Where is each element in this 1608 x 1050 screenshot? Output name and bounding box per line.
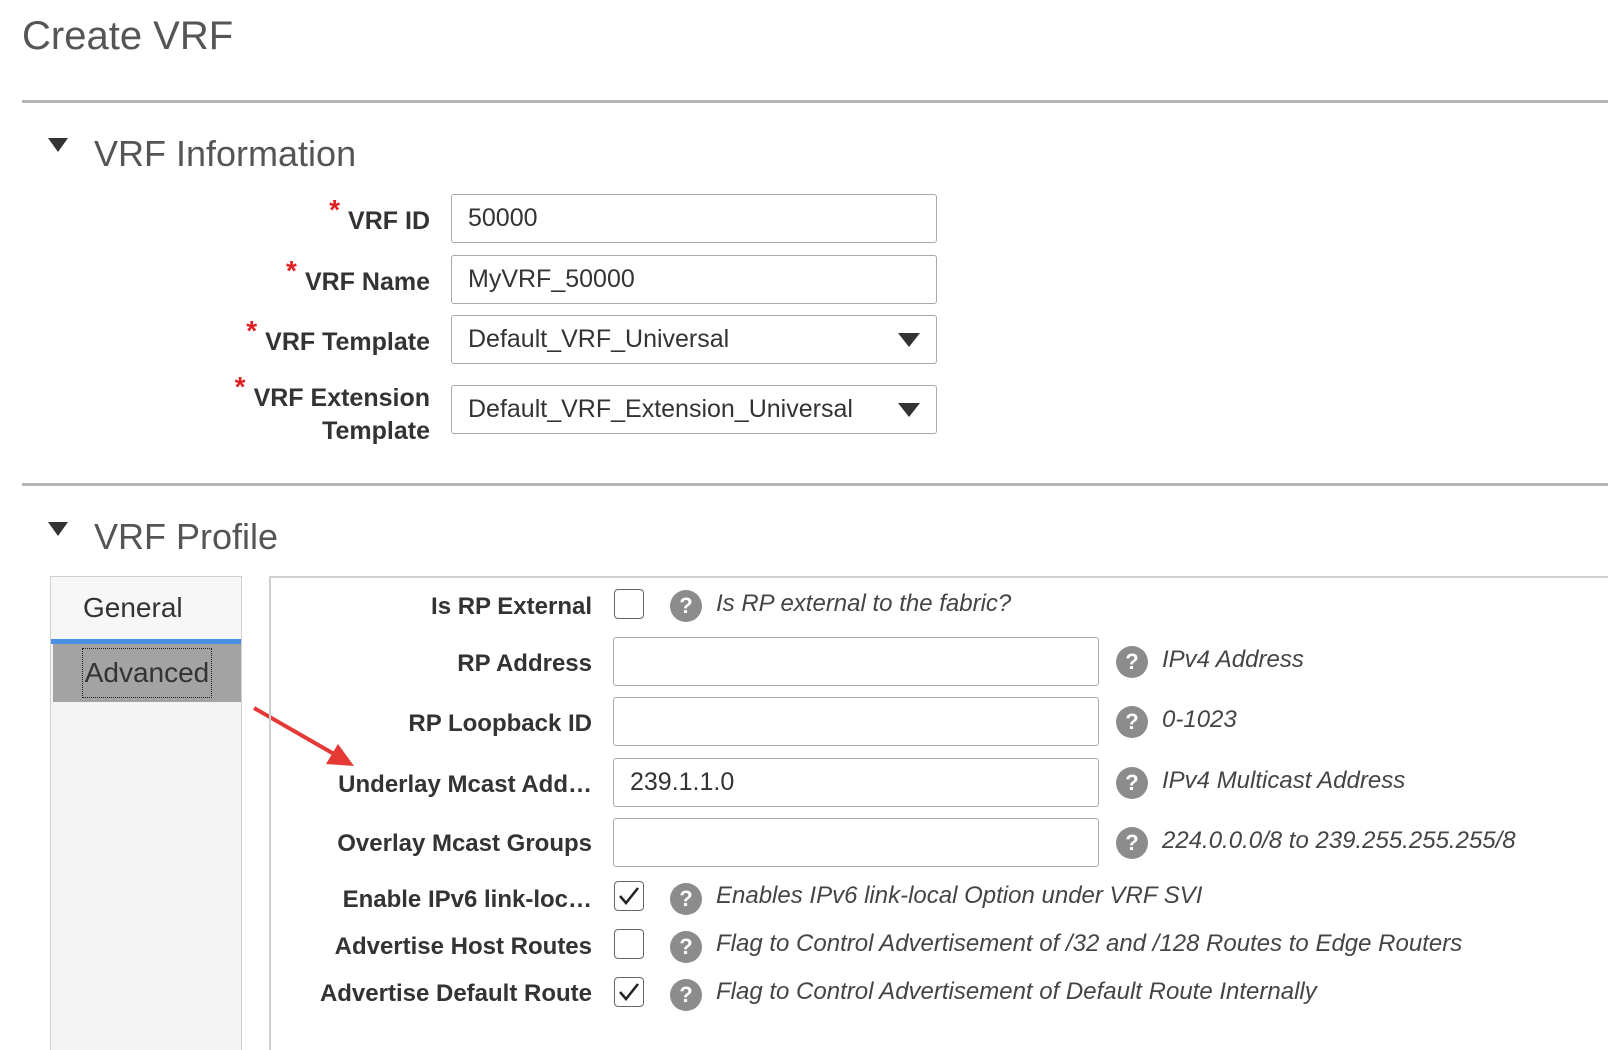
underlay-mcast-address-label: Underlay Mcast Add… — [338, 771, 592, 798]
help-icon[interactable]: ? — [1116, 706, 1148, 738]
section-title-vrf-information: VRF Information — [94, 133, 357, 174]
rp-address-input[interactable] — [613, 637, 1099, 686]
rp-loopback-id-label: RP Loopback ID — [408, 710, 592, 737]
is-rp-external-hint: Is RP external to the fabric? — [716, 590, 1012, 617]
caret-down-icon — [48, 138, 68, 152]
divider — [22, 100, 1608, 103]
is-rp-external-checkbox[interactable] — [614, 589, 644, 619]
underlay-mcast-address-hint: IPv4 Multicast Address — [1162, 767, 1406, 794]
tab-general[interactable]: General — [51, 577, 241, 639]
underlay-mcast-address-input[interactable]: 239.1.1.0 — [613, 758, 1099, 807]
required-asterisk: * — [286, 255, 297, 286]
checkmark-icon — [619, 983, 639, 1001]
overlay-mcast-groups-label: Overlay Mcast Groups — [337, 830, 592, 857]
collapse-toggle-vrf-information[interactable] — [48, 138, 70, 159]
help-icon[interactable]: ? — [670, 590, 702, 622]
rp-address-label: RP Address — [457, 650, 592, 677]
advertise-default-route-hint: Flag to Control Advertisement of Default… — [716, 978, 1317, 1005]
required-asterisk: * — [329, 194, 341, 225]
collapse-toggle-vrf-profile[interactable] — [48, 522, 70, 543]
vrf-template-value: Default_VRF_Universal — [468, 325, 730, 353]
enable-ipv6-link-local-hint: Enables IPv6 link-local Option under VRF… — [716, 882, 1203, 909]
dropdown-arrow-icon — [898, 332, 920, 347]
is-rp-external-label: Is RP External — [431, 593, 592, 620]
help-icon[interactable]: ? — [1116, 767, 1148, 799]
overlay-mcast-groups-hint: 224.0.0.0/8 to 239.255.255.255/8 — [1162, 827, 1516, 854]
vrf-template-label: * VRF Template — [246, 315, 430, 356]
vrf-extension-template-value: Default_VRF_Extension_Universal — [468, 395, 853, 423]
section-title-vrf-profile: VRF Profile — [94, 516, 279, 557]
enable-ipv6-link-local-checkbox[interactable] — [614, 881, 644, 911]
help-icon[interactable]: ? — [1116, 827, 1148, 859]
enable-ipv6-link-local-label: Enable IPv6 link-loc… — [342, 886, 592, 913]
vrf-extension-template-label: * VRF Extension Template — [234, 371, 430, 445]
required-asterisk: * — [234, 371, 246, 402]
vrf-name-input[interactable]: MyVRF_50000 — [451, 255, 937, 304]
advertise-host-routes-checkbox[interactable] — [614, 929, 644, 959]
vrf-id-input[interactable]: 50000 — [451, 194, 937, 243]
vrf-name-label: * VRF Name — [286, 255, 430, 296]
overlay-mcast-groups-input[interactable] — [613, 818, 1099, 867]
vrf-extension-template-select[interactable]: Default_VRF_Extension_Universal — [451, 385, 937, 434]
page-title: Create VRF — [22, 14, 234, 58]
rp-loopback-id-hint: 0-1023 — [1162, 706, 1237, 733]
help-icon[interactable]: ? — [670, 931, 702, 963]
checkmark-icon — [619, 887, 639, 905]
help-icon[interactable]: ? — [1116, 646, 1148, 678]
profile-tabs: General Advanced — [50, 576, 242, 1050]
advertise-default-route-checkbox[interactable] — [614, 977, 644, 1007]
caret-down-icon — [48, 522, 68, 536]
vrf-id-label: * VRF ID — [329, 194, 430, 235]
rp-address-hint: IPv4 Address — [1162, 646, 1304, 673]
rp-loopback-id-input[interactable] — [613, 697, 1099, 746]
required-asterisk: * — [246, 315, 258, 346]
advertise-host-routes-label: Advertise Host Routes — [334, 933, 592, 960]
help-icon[interactable]: ? — [670, 979, 702, 1011]
advertise-default-route-label: Advertise Default Route — [319, 980, 592, 1007]
divider — [22, 483, 1608, 486]
advertise-host-routes-hint: Flag to Control Advertisement of /32 and… — [716, 930, 1463, 957]
dropdown-arrow-icon — [898, 402, 920, 417]
vrf-template-select[interactable]: Default_VRF_Universal — [451, 315, 937, 364]
help-icon[interactable]: ? — [670, 883, 702, 915]
tab-advanced[interactable]: Advanced — [53, 644, 241, 702]
